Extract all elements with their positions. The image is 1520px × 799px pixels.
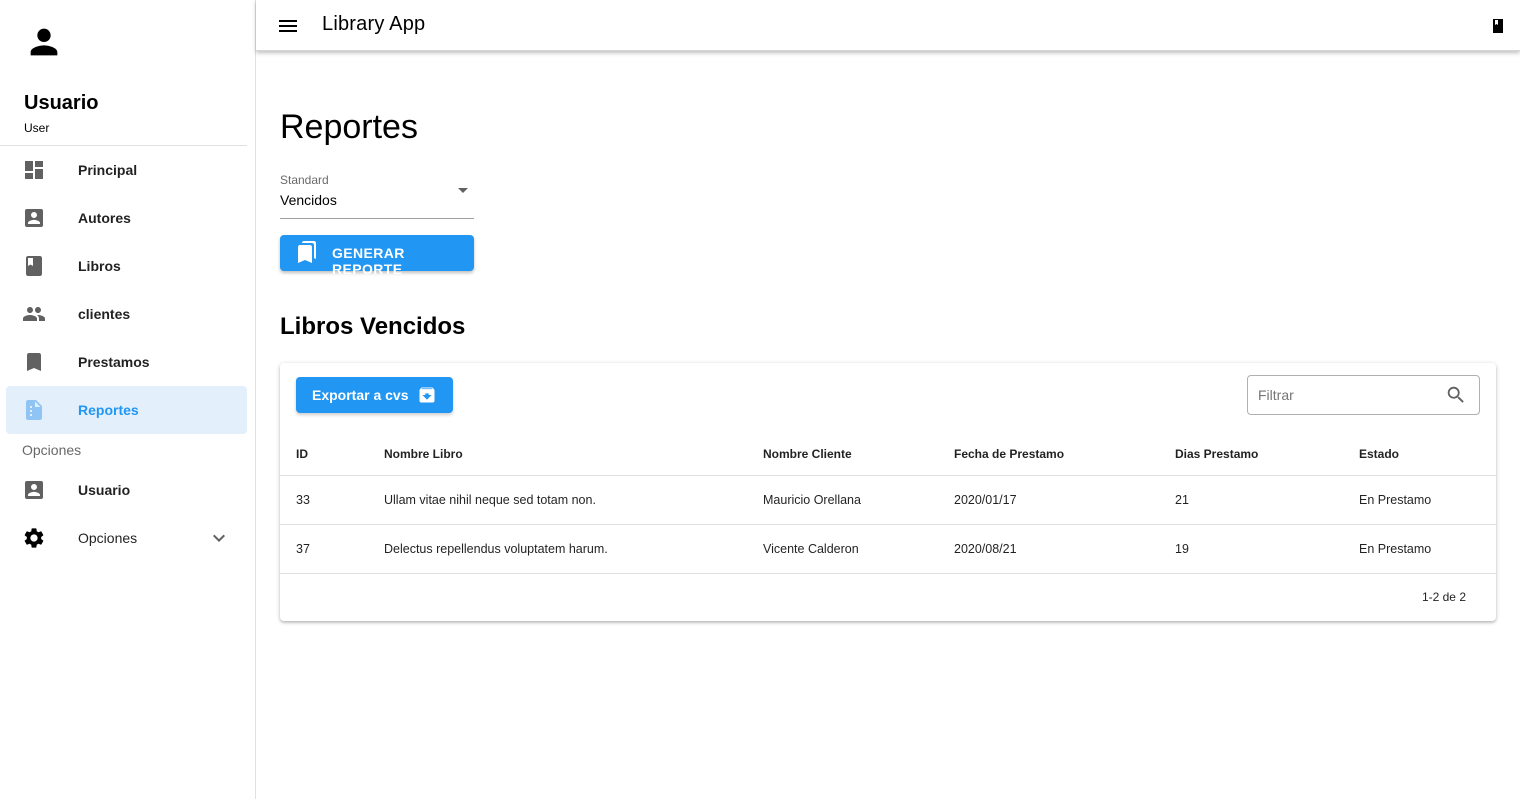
column-header-id[interactable]: ID bbox=[280, 433, 384, 476]
cell-id: 33 bbox=[280, 475, 384, 525]
user-profile: Usuario User bbox=[0, 0, 247, 146]
user-name: Usuario bbox=[24, 92, 99, 114]
sidebar-item-label: Principal bbox=[78, 162, 138, 178]
book-icon[interactable] bbox=[1492, 19, 1504, 33]
archive-icon bbox=[419, 387, 435, 403]
report-type-select[interactable]: Standard Vencidos bbox=[280, 173, 474, 219]
cell-client-name: Mauricio Orellana bbox=[763, 475, 954, 525]
section-title: Libros Vencidos bbox=[280, 313, 466, 340]
table-header-row: ID Nombre Libro Nombre Cliente Fecha de … bbox=[280, 433, 1496, 476]
export-label: Exportar a cvs bbox=[312, 387, 409, 403]
account-box-icon bbox=[25, 209, 43, 227]
column-header-loan-date[interactable]: Fecha de Prestamo bbox=[954, 433, 1175, 476]
generate-report-button[interactable]: GENERAR REPORTE bbox=[280, 235, 474, 277]
cell-loan-date: 2020/01/17 bbox=[954, 475, 1175, 525]
dashboard-icon bbox=[25, 161, 43, 179]
report-file-icon bbox=[26, 400, 42, 420]
generate-report-label: GENERAR REPORTE bbox=[332, 245, 405, 277]
gear-icon bbox=[24, 528, 44, 548]
bookmarks-icon bbox=[298, 241, 316, 263]
book-icon bbox=[26, 256, 42, 276]
options-subheader: Opciones bbox=[22, 442, 82, 458]
sidebar-item-prestamos[interactable]: Prestamos bbox=[6, 338, 247, 386]
sidebar-item-clientes[interactable]: clientes bbox=[6, 290, 247, 338]
sidebar-item-usuario[interactable]: Usuario bbox=[6, 466, 247, 514]
report-table: ID Nombre Libro Nombre Cliente Fecha de … bbox=[280, 433, 1496, 574]
user-role: User bbox=[24, 121, 50, 135]
table-row[interactable]: 33 Ullam vitae nihil neque sed totam non… bbox=[280, 475, 1496, 525]
menu-icon[interactable] bbox=[276, 14, 300, 38]
sidebar-item-opciones[interactable]: Opciones bbox=[6, 514, 247, 562]
sidebar-item-label: Libros bbox=[78, 258, 121, 274]
sidebar-item-libros[interactable]: Libros bbox=[6, 242, 247, 290]
cell-status: En Prestamo bbox=[1359, 475, 1496, 525]
cell-status: En Prestamo bbox=[1359, 524, 1496, 574]
cell-id: 37 bbox=[280, 524, 384, 574]
sidebar-item-label: clientes bbox=[78, 306, 131, 322]
person-icon bbox=[30, 28, 58, 56]
app-bar: Library App bbox=[256, 0, 1520, 51]
chevron-down-icon[interactable] bbox=[207, 526, 231, 550]
cell-loan-date: 2020/08/21 bbox=[954, 524, 1175, 574]
column-header-status[interactable]: Estado bbox=[1359, 433, 1496, 476]
column-header-client-name[interactable]: Nombre Cliente bbox=[763, 433, 954, 476]
sidebar-item-label: Autores bbox=[78, 210, 131, 226]
cell-loan-days: 21 bbox=[1175, 475, 1359, 525]
filter-input[interactable] bbox=[1258, 385, 1438, 405]
cell-client-name: Vicente Calderon bbox=[763, 524, 954, 574]
column-header-loan-days[interactable]: Dias Prestamo bbox=[1175, 433, 1359, 476]
table-row[interactable]: 37 Delectus repellendus voluptatem harum… bbox=[280, 524, 1496, 574]
sidebar-item-label: Opciones bbox=[78, 530, 138, 546]
search-icon[interactable] bbox=[1445, 384, 1467, 406]
cell-loan-days: 19 bbox=[1175, 524, 1359, 574]
sidebar-item-label: Usuario bbox=[78, 482, 131, 498]
navigation-drawer: Usuario User Principal Autores Libros cl… bbox=[0, 0, 256, 799]
pagination-info: 1-2 de 2 bbox=[1421, 590, 1466, 604]
select-value: Vencidos bbox=[280, 192, 337, 208]
sidebar-item-label: Prestamos bbox=[78, 354, 150, 370]
sidebar-item-autores[interactable]: Autores bbox=[6, 194, 247, 242]
cell-book-name: Ullam vitae nihil neque sed totam non. bbox=[384, 475, 763, 525]
page-title: Reportes bbox=[280, 108, 418, 146]
report-table-card: Exportar a cvs ID Nombre Libro Nombre Cl… bbox=[280, 363, 1496, 621]
bookmark-icon bbox=[27, 353, 41, 371]
sidebar-item-principal[interactable]: Principal bbox=[6, 146, 247, 194]
filter-field[interactable] bbox=[1247, 375, 1480, 415]
sidebar-item-reportes[interactable]: Reportes bbox=[6, 386, 247, 434]
dropdown-arrow-icon bbox=[458, 188, 468, 193]
people-icon bbox=[23, 307, 45, 321]
account-box-icon bbox=[25, 481, 43, 499]
column-header-book-name[interactable]: Nombre Libro bbox=[384, 433, 763, 476]
main-nav: Principal Autores Libros clientes Presta… bbox=[0, 146, 255, 562]
export-csv-button[interactable]: Exportar a cvs bbox=[296, 377, 453, 413]
cell-book-name: Delectus repellendus voluptatem harum. bbox=[384, 524, 763, 574]
sidebar-item-label: Reportes bbox=[78, 402, 139, 418]
app-title: Library App bbox=[322, 13, 426, 35]
select-label: Standard bbox=[280, 173, 329, 187]
